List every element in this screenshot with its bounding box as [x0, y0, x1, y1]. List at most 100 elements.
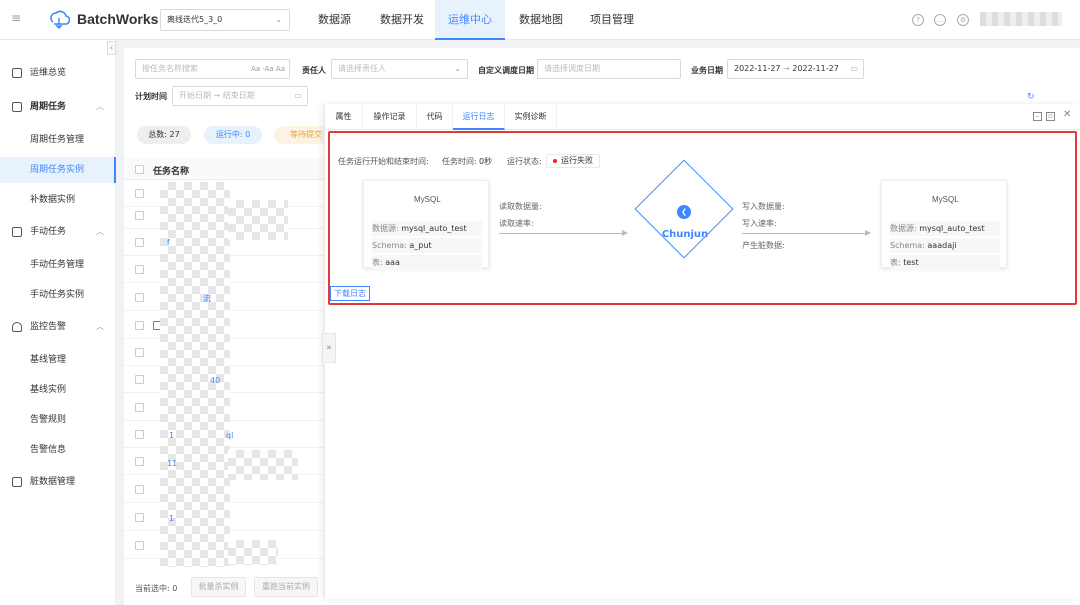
sidebar-group-manual[interactable]: 手动任务 ︿ — [0, 219, 116, 245]
custom-date-input[interactable]: 请选择调度日期 — [537, 59, 681, 79]
task-search-input[interactable]: 按任务名称搜索 Aa ·Aa Aa — [135, 59, 290, 79]
table-header: 任务名称 — [124, 158, 324, 180]
biz-date-start: 2022-11-27 — [734, 64, 781, 73]
total-count-pill[interactable]: 总数: 27 — [137, 126, 191, 144]
row-checkbox[interactable] — [135, 189, 144, 198]
nav-data-map[interactable]: 数据地图 — [519, 0, 563, 40]
refresh-icon[interactable]: ↻ — [1027, 92, 1035, 102]
arrow-right-icon — [622, 230, 628, 236]
tab-properties[interactable]: 属性 — [325, 104, 363, 130]
tab-diagnosis[interactable]: 实例诊断 — [505, 104, 557, 130]
status-dot — [553, 158, 557, 163]
row-checkbox[interactable] — [135, 265, 144, 274]
sidebar-item-label: 周期任务管理 — [30, 135, 85, 145]
read-rate-label: 读取速率: — [499, 219, 534, 228]
field-key: 数据源: — [890, 224, 917, 233]
source-datasource: 数据源: mysql_auto_test — [372, 221, 482, 236]
minimize-icon[interactable]: – — [1033, 112, 1042, 121]
sidebar-item-baseline-instance[interactable]: 基线实例 — [0, 377, 116, 403]
row-checkbox[interactable] — [135, 321, 144, 330]
task-name-fragment[interactable]: 40 — [210, 376, 220, 385]
owner-select[interactable]: 请选择责任人 ⌄ — [331, 59, 468, 79]
sidebar-item-alert-rules[interactable]: 告警规则 — [0, 407, 116, 433]
top-bar: ≡ BatchWorks 离线迭代5_3_0 ⌄ 数据源 数据开发 运维中心 数… — [0, 0, 1080, 40]
match-case-icon[interactable]: Aa ·Aa Aa — [251, 60, 285, 78]
menu-icon[interactable]: ≡ — [11, 12, 23, 24]
source-card: MySQL 数据源: mysql_auto_test Schema: a_put… — [363, 180, 489, 270]
row-checkbox[interactable] — [135, 513, 144, 522]
field-value: aaadaji — [927, 241, 957, 250]
row-checkbox[interactable] — [135, 457, 144, 466]
task-name-fragment[interactable]: 流 — [203, 293, 211, 304]
tab-code[interactable]: 代码 — [417, 104, 453, 130]
biz-date-label: 业务日期 — [691, 66, 723, 75]
sidebar-group-periodic[interactable]: 周期任务 ︿ — [0, 94, 116, 120]
sidebar-item-label: 周期任务实例 — [30, 165, 85, 175]
maximize-icon[interactable]: ▫ — [1046, 112, 1055, 121]
sidebar-item-backfill-instance[interactable]: 补数据实例 — [0, 187, 116, 213]
task-name-fragment[interactable]: 11 — [167, 459, 177, 468]
drawer-expand-button[interactable]: » — [322, 333, 336, 363]
row-checkbox[interactable] — [135, 403, 144, 412]
field-key: 数据源: — [372, 224, 399, 233]
read-flow-line — [499, 233, 623, 234]
message-icon[interactable]: … — [934, 14, 946, 26]
project-select[interactable]: 离线迭代5_3_0 ⌄ — [160, 9, 290, 31]
biz-date-end: 2022-11-27 — [792, 64, 839, 73]
task-icon — [12, 227, 22, 237]
sidebar-item-label: 告警规则 — [30, 415, 67, 425]
sidebar-item-overview[interactable]: 运维总览 — [0, 60, 116, 86]
mysql-logo: MySQL — [932, 195, 959, 204]
tab-operation-log[interactable]: 操作记录 — [363, 104, 417, 130]
waiting-count-pill[interactable]: 等待提交 — [274, 126, 324, 144]
task-name-fragment[interactable]: ql — [226, 431, 233, 440]
row-checkbox[interactable] — [135, 348, 144, 357]
write-flow-line — [742, 233, 866, 234]
row-checkbox[interactable] — [135, 541, 144, 550]
running-count-pill[interactable]: 运行中: 0 — [204, 126, 262, 144]
tab-run-log[interactable]: 运行日志 — [453, 104, 505, 130]
sidebar-item-periodic-mgmt[interactable]: 周期任务管理 — [0, 127, 116, 153]
row-checkbox[interactable] — [135, 485, 144, 494]
task-name-fragment[interactable]: f — [167, 238, 170, 247]
project-select-value: 离线迭代5_3_0 — [167, 15, 223, 24]
row-checkbox[interactable] — [135, 430, 144, 439]
sidebar-item-baseline-mgmt[interactable]: 基线管理 — [0, 347, 116, 373]
task-name-fragment[interactable]: 1 — [169, 431, 174, 440]
close-icon[interactable]: ✕ — [1063, 109, 1071, 120]
sidebar-collapse-button[interactable]: ‹ — [107, 41, 116, 55]
batch-kill-button[interactable]: 批量杀实例 — [191, 577, 246, 597]
sidebar-item-alert-info[interactable]: 告警信息 — [0, 437, 116, 463]
biz-date-range[interactable]: 2022-11-27 → 2022-11-27 ▭ — [727, 59, 864, 79]
nav-project-mgmt[interactable]: 项目管理 — [590, 0, 634, 40]
select-all-checkbox[interactable] — [135, 165, 144, 174]
help-icon[interactable]: ? — [912, 14, 924, 26]
sidebar-group-alerts[interactable]: 监控告警 ︿ — [0, 314, 116, 340]
chevron-down-icon: ⌄ — [454, 64, 461, 73]
row-checkbox[interactable] — [135, 375, 144, 384]
source-schema: Schema: a_put — [372, 238, 482, 253]
duration-value: 0秒 — [479, 157, 493, 166]
chevron-down-icon: ⌄ — [275, 15, 282, 24]
row-checkbox[interactable] — [135, 238, 144, 247]
nav-data-dev[interactable]: 数据开发 — [380, 0, 424, 40]
row-checkbox[interactable] — [135, 211, 144, 220]
sidebar-item-manual-instance[interactable]: 手动任务实例 — [0, 282, 116, 308]
download-log-button[interactable]: 下载日志 — [330, 286, 370, 301]
nav-datasource[interactable]: 数据源 — [318, 0, 351, 40]
plan-time-range[interactable]: 开始日期 → 结束日期 ▭ — [172, 86, 308, 106]
gear-icon[interactable]: ⚙ — [957, 14, 969, 26]
user-avatar-redacted[interactable] — [980, 12, 1062, 26]
row-checkbox[interactable] — [135, 293, 144, 302]
nav-ops-center[interactable]: 运维中心 — [435, 0, 505, 40]
sidebar-item-manual-mgmt[interactable]: 手动任务管理 — [0, 252, 116, 278]
write-count-label: 写入数据量: — [742, 202, 785, 211]
custom-date-label: 自定义调度日期 — [478, 66, 534, 75]
chunjun-icon: ❮ — [677, 205, 691, 219]
rerun-button[interactable]: 重跑当前实例 — [254, 577, 318, 597]
sidebar-item-dirty-data[interactable]: 脏数据管理 — [0, 469, 116, 495]
sidebar-item-periodic-instance[interactable]: 周期任务实例 — [0, 157, 116, 183]
field-key: 表: — [372, 258, 383, 267]
task-name-fragment[interactable]: 1 — [169, 514, 174, 523]
sidebar-item-label: 手动任务管理 — [30, 260, 85, 270]
